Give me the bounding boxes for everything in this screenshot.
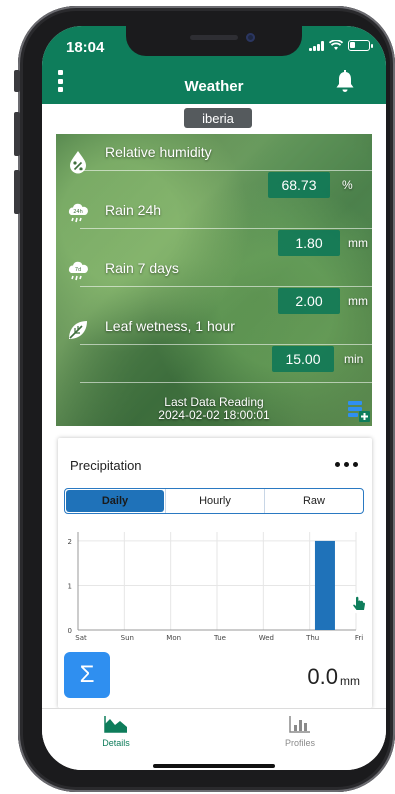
chart-x-tick-label: Mon [166, 634, 181, 642]
sum-button[interactable]: Σ [64, 652, 110, 698]
tab-profiles[interactable]: Profiles [250, 715, 350, 755]
sensor-panel: Relative humidity 68.73 % 24h Rain 24h 1… [56, 134, 372, 426]
wifi-icon [329, 40, 343, 50]
sensor-row-leaf-wetness[interactable]: Leaf wetness, 1 hour 15.00 min [56, 318, 372, 374]
sensor-value: 1.80 [278, 230, 340, 256]
svg-text:7d: 7d [75, 267, 81, 273]
sensor-row-humidity[interactable]: Relative humidity 68.73 % [56, 144, 372, 200]
last-reading-timestamp: 2024-02-02 18:00:01 [158, 408, 270, 422]
sensor-unit: mm [348, 294, 368, 308]
status-icons [309, 40, 373, 51]
divider [80, 382, 372, 383]
phone-volume-up [14, 112, 20, 156]
sensor-value: 2.00 [278, 288, 340, 314]
station-selector[interactable]: iberia [184, 108, 252, 128]
divider [80, 170, 372, 171]
battery-fill [350, 42, 355, 48]
battery-icon [348, 40, 373, 51]
sensor-label: Relative humidity [105, 144, 212, 160]
sensor-unit: min [344, 352, 364, 366]
sensor-value: 68.73 [268, 172, 330, 198]
sensor-row-rain-24h[interactable]: 24h Rain 24h 1.80 mm [56, 202, 372, 258]
chart-x-tick-label: Wed [259, 634, 274, 642]
tab-hourly[interactable]: Hourly [165, 489, 264, 513]
precipitation-chart: 0 1 2 Sat Sun Mon Tue Wed Thu Fri [68, 532, 363, 642]
home-indicator [153, 764, 275, 768]
period-selector: Daily Hourly Raw [64, 488, 364, 514]
sensor-label: Rain 24h [105, 202, 162, 218]
last-reading: Last Data Reading 2024-02-02 18:00:01 [56, 396, 372, 422]
chart-x-tick-label: Sun [121, 634, 134, 642]
tab-daily[interactable]: Daily [66, 490, 164, 512]
area-chart-icon [104, 716, 127, 733]
signal-icon [309, 40, 324, 51]
leaf-wetness-icon [69, 321, 87, 339]
rain-cloud-24h-icon: 24h [68, 203, 88, 223]
phone-silent-switch [14, 70, 20, 92]
precipitation-total-unit: mm [340, 674, 360, 688]
chart-x-tick-label: Tue [213, 634, 226, 642]
chart-y-tick-label: 1 [68, 582, 72, 590]
tab-details-label: Details [102, 738, 130, 748]
chart-x-tick-label: Fri [355, 634, 363, 642]
sensor-unit: mm [348, 236, 368, 250]
chart-bar [314, 540, 335, 630]
precipitation-card: Precipitation Daily Hourly Raw 0 1 2 Sat Sun… [58, 438, 372, 708]
more-options-icon[interactable] [335, 462, 358, 467]
chart-y-tick-label: 2 [68, 538, 72, 546]
status-time: 18:04 [66, 39, 105, 56]
add-sensor-icon[interactable] [346, 398, 370, 422]
sensor-label: Rain 7 days [105, 260, 179, 276]
touch-gesture-icon[interactable] [348, 592, 370, 614]
divider [80, 228, 372, 229]
chart-x-tick-label: Thu [305, 634, 319, 642]
sensor-unit: % [342, 178, 353, 192]
rain-cloud-7days-icon: 7d [68, 261, 88, 281]
bottom-tab-bar: Details Profiles [42, 708, 386, 770]
divider [80, 286, 372, 287]
tab-raw[interactable]: Raw [264, 489, 363, 513]
divider [80, 344, 372, 345]
precipitation-title: Precipitation [70, 458, 142, 473]
tab-details[interactable]: Details [66, 715, 166, 755]
phone-screen: 18:04 Weather iberia Relative humidity 6… [42, 26, 386, 770]
precipitation-total: 0.0 [307, 664, 338, 689]
sensor-value: 15.00 [272, 346, 334, 372]
svg-text:24h: 24h [73, 209, 83, 215]
sensor-row-rain-7days[interactable]: 7d Rain 7 days 2.00 mm [56, 260, 372, 316]
phone-notch [126, 26, 302, 56]
phone-volume-down [14, 170, 20, 214]
notification-bell-icon[interactable] [334, 70, 356, 94]
bar-chart-icon [289, 716, 310, 733]
sensor-label: Leaf wetness, 1 hour [105, 318, 235, 334]
chart-x-tick-label: Sat [75, 634, 87, 642]
chart-y-tick-label: 0 [68, 627, 72, 635]
tab-profiles-label: Profiles [284, 738, 315, 748]
